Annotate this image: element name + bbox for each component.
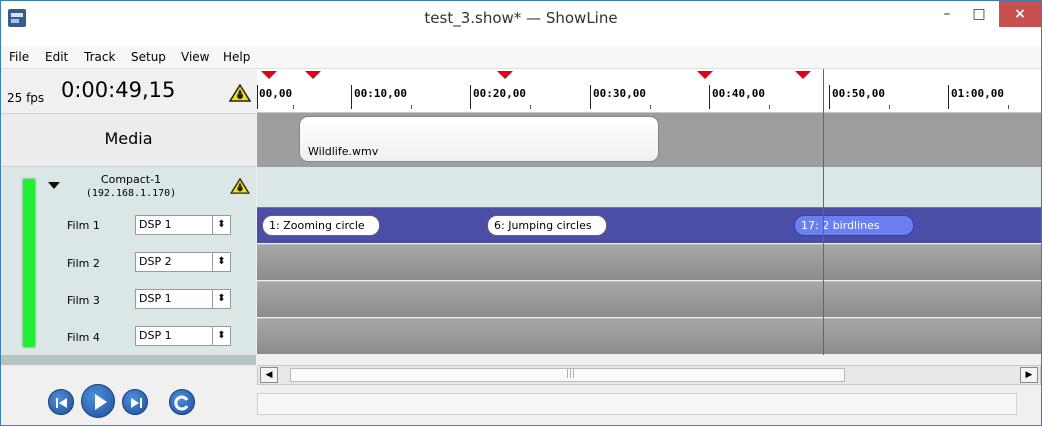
scroll-right-icon[interactable]: ▶ [1020,367,1038,383]
scrollbar-thumb[interactable]: ||| [290,368,845,382]
track-lane-film-3[interactable] [257,281,1041,317]
track-label-film-4: Film 4 [67,331,100,344]
ruler-minor-tick [650,105,651,109]
collapse-arrow-icon[interactable] [48,182,60,189]
ruler-minor-tick [769,105,770,109]
spinner-arrows-icon[interactable]: ⬍ [212,216,230,234]
cue-clip[interactable]: 17: 2 birdlines [794,215,914,236]
ruler-tick [590,85,591,109]
media-header: Media [1,113,256,167]
ruler-label: 00,00 [259,87,293,100]
panel-divider [1,355,256,365]
dsp-select-film-2[interactable]: DSP 2 ⬍ [135,252,231,272]
menu-bar: File Edit Track Setup View Help [1,46,1041,69]
timeline-ruler[interactable]: 00,00 00:10,00 00:20,00 00:30,00 00:40,0… [257,69,1041,113]
cue-clip[interactable]: 1: Zooming circle [262,215,380,236]
device-ip: (192.168.1.170) [85,188,177,199]
cue-marker[interactable] [795,71,811,79]
maximize-button[interactable]: □ [964,1,994,27]
track-label-film-2: Film 2 [67,257,100,270]
timecode-display: 0:00:49,15 [61,78,176,102]
menu-setup[interactable]: Setup [131,50,166,64]
ruler-label: 00:50,00 [832,87,885,100]
ruler-minor-tick [889,105,890,109]
dsp-select-film-3[interactable]: DSP 1 ⬍ [135,289,231,309]
device-name: Compact-1 [100,173,162,186]
dsp-value: DSP 2 [139,255,172,268]
dsp-value: DSP 1 [139,329,172,342]
track-lane-film-4[interactable] [257,318,1041,354]
ruler-label: 00:10,00 [354,87,407,100]
ruler-label: 00:30,00 [593,87,646,100]
window-title: test_3.show* — ShowLine [424,9,618,27]
track-lane-film-2[interactable] [257,244,1041,280]
device-title: Compact-1 (192.168.1.170) [81,173,181,201]
menu-edit[interactable]: Edit [45,50,68,64]
warning-triangle-icon[interactable] [230,178,250,195]
fps-label: 25 fps [7,91,45,105]
minimize-button[interactable]: – [932,1,962,27]
close-button[interactable]: × [999,1,1041,27]
loop-icon[interactable] [169,389,195,415]
dsp-value: DSP 1 [139,292,172,305]
menu-view[interactable]: View [181,50,209,64]
media-lane[interactable]: Wildlife.wmv [257,113,1041,167]
title-bar: test_3.show* — ShowLine – □ × [1,1,1041,46]
cue-marker[interactable] [497,71,513,79]
ruler-label: 01:00,00 [951,87,1004,100]
device-status-indicator [23,179,35,347]
ruler-tick [948,85,949,109]
rewind-icon[interactable] [48,389,74,415]
cue-clip[interactable]: 6: Jumping circles [487,215,607,236]
ruler-minor-tick [293,105,294,109]
track-label-film-1: Film 1 [67,219,100,232]
status-field [257,393,1017,415]
menu-help[interactable]: Help [223,50,250,64]
media-clip[interactable]: Wildlife.wmv [299,116,659,162]
timeline-scrollbar[interactable]: ◀ ||| ▶ [257,365,1041,385]
ruler-minor-tick [411,105,412,109]
app-window: test_3.show* — ShowLine – □ × File Edit … [0,0,1042,426]
ruler-tick [351,85,352,109]
ruler-tick [709,85,710,109]
track-label-film-3: Film 3 [67,294,100,307]
spinner-arrows-icon[interactable]: ⬍ [212,253,230,271]
dsp-select-film-4[interactable]: DSP 1 ⬍ [135,326,231,346]
ruler-minor-tick [1008,105,1009,109]
device-lane [257,167,1041,207]
playhead[interactable] [823,69,824,355]
dsp-select-film-1[interactable]: DSP 1 ⬍ [135,215,231,235]
track-lane-film-1[interactable]: 1: Zooming circle 6: Jumping circles 17:… [257,207,1041,243]
cue-marker[interactable] [261,71,277,79]
ruler-tick [829,85,830,109]
cue-marker[interactable] [305,71,321,79]
media-label: Media [104,129,153,148]
spinner-arrows-icon[interactable]: ⬍ [212,327,230,345]
ruler-tick [257,85,258,109]
scrollbar-grip: ||| [566,369,576,379]
spinner-arrows-icon[interactable]: ⬍ [212,290,230,308]
media-clip-label: Wildlife.wmv [308,145,379,158]
warning-triangle-icon[interactable] [229,84,251,102]
scroll-left-icon[interactable]: ◀ [260,367,278,383]
ruler-minor-tick [530,105,531,109]
play-icon[interactable] [81,384,115,418]
dsp-value: DSP 1 [139,218,172,231]
menu-file[interactable]: File [9,50,29,64]
fast-forward-icon[interactable] [122,389,148,415]
ruler-label: 00:40,00 [712,87,765,100]
menu-track[interactable]: Track [84,50,115,64]
ruler-label: 00:20,00 [473,87,526,100]
cue-marker[interactable] [697,71,713,79]
ruler-tick [470,85,471,109]
